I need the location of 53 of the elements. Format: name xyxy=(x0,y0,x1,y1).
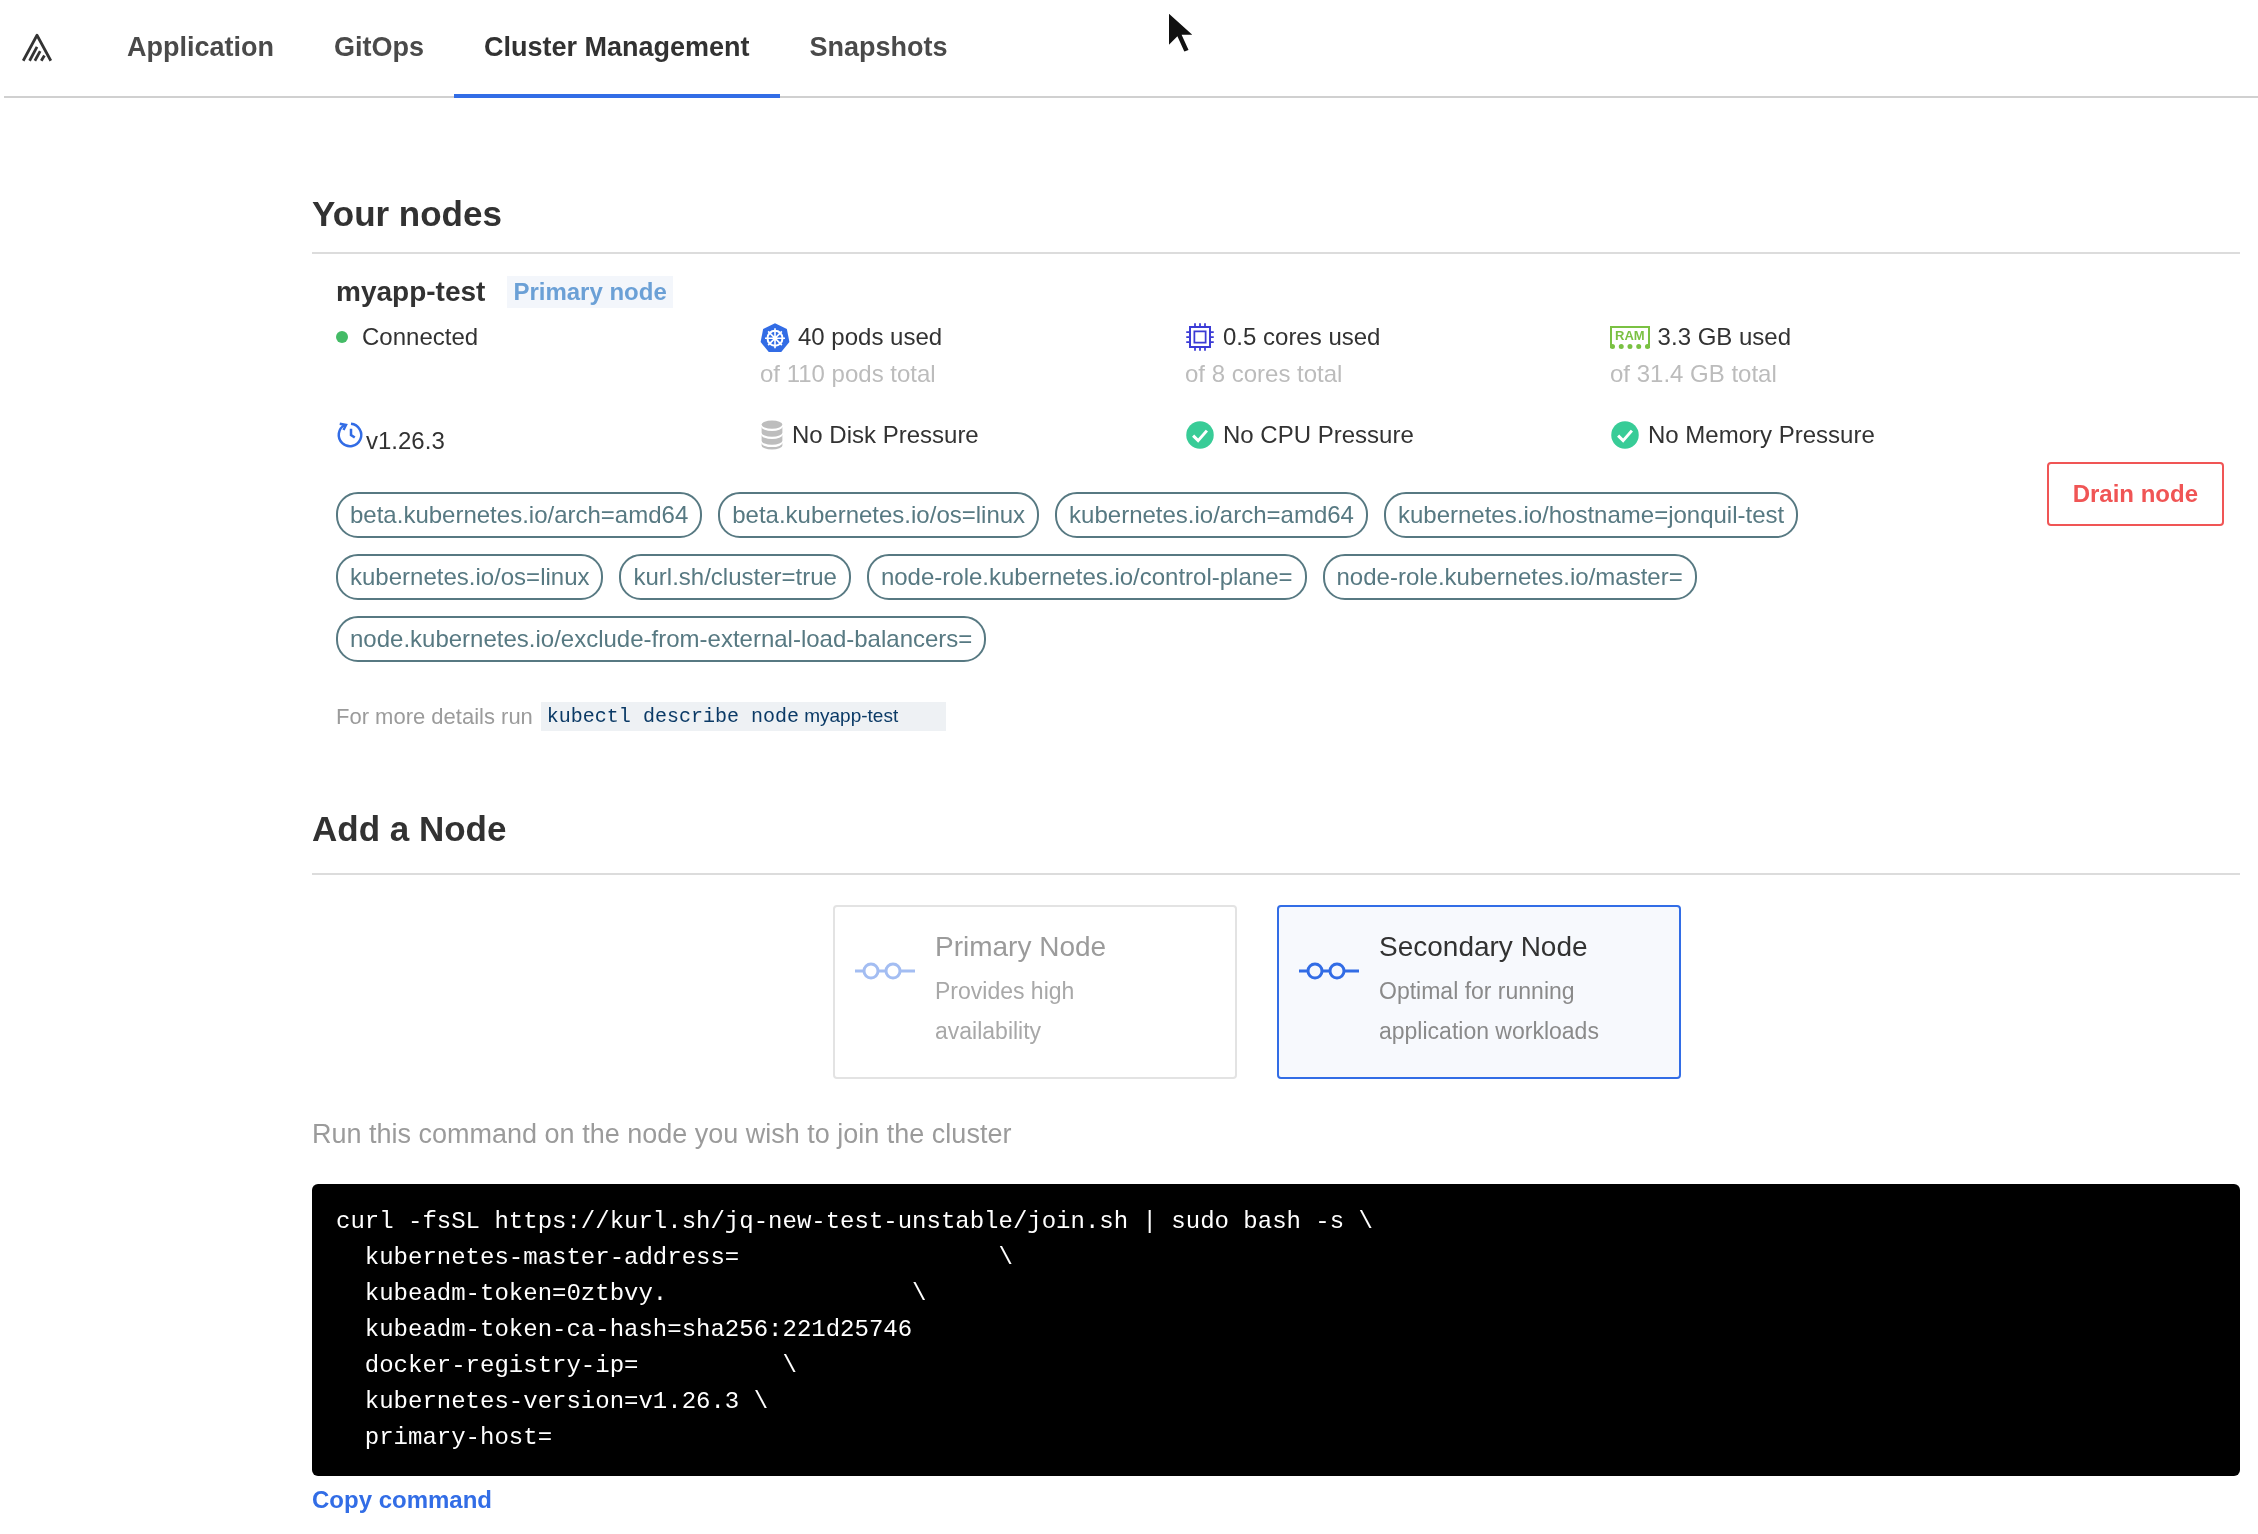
nav-tab[interactable]: Snapshots xyxy=(779,0,978,98)
nav-tab[interactable]: Cluster Management xyxy=(454,0,780,98)
pressure-status: No Memory Pressure xyxy=(1648,421,1875,449)
details-hint: For more details run xyxy=(336,703,533,730)
node-label: node.kubernetes.io/exclude-from-external-load-balancers= xyxy=(336,616,987,662)
copy-command-link[interactable]: Copy command xyxy=(312,1486,493,1514)
stat-value: 0.5 cores used xyxy=(1223,323,1381,351)
node-link-icon xyxy=(855,961,915,981)
command-line: kubeadm-token-ca-hash=sha256:221d25746 xyxy=(363,1315,913,1345)
node-label: node-role.kubernetes.io/master= xyxy=(1322,554,1697,600)
kubernetes-version: v1.26.3 xyxy=(366,427,445,455)
ram-icon: RAM xyxy=(1610,325,1650,349)
chip-icon xyxy=(1185,322,1215,352)
card-description: Optimal for running application workloads xyxy=(1379,977,1600,1046)
command-line: docker-registry-ip= \ xyxy=(363,1351,797,1381)
database-icon xyxy=(760,420,784,450)
stat-value: 3.3 GB used xyxy=(1657,323,1792,351)
command-line: kubernetes-version=v1.26.3 \ xyxy=(363,1387,769,1417)
stat-total: of 8 cores total xyxy=(1185,360,1344,388)
refresh-clock-icon xyxy=(336,420,366,450)
card-description: Provides high availability xyxy=(935,977,1076,1046)
instruction-text: Run this command on the node you wish to join the cluster xyxy=(312,1119,1013,1150)
check-circle-icon xyxy=(1185,420,1215,450)
command-line: primary-host= xyxy=(363,1423,553,1453)
node-label: kubernetes.io/os=linux xyxy=(336,554,604,600)
nav-tab[interactable]: GitOps xyxy=(304,0,454,98)
helm-wheel-icon xyxy=(760,322,790,352)
node-label: kubernetes.io/arch=amd64 xyxy=(1055,492,1368,538)
node-label: kurl.sh/cluster=true xyxy=(619,554,851,600)
node-label: beta.kubernetes.io/arch=amd64 xyxy=(336,492,703,538)
kubectl-command: kubectl describe node myapp-test xyxy=(540,702,947,731)
command-line: curl -fsSL https://kurl.sh/jq-new-test-unstable/join.sh | sudo bash -s \ xyxy=(336,1207,1373,1237)
stat-value: 40 pods used xyxy=(798,323,943,351)
node-status: Connected xyxy=(362,323,479,351)
node-label: kubernetes.io/hostname=jonquil-test xyxy=(1383,492,1799,538)
stat-total: of 31.4 GB total xyxy=(1610,360,1778,388)
pressure-status: No Disk Pressure xyxy=(792,421,979,449)
node-label: node-role.kubernetes.io/control-plane= xyxy=(866,554,1307,600)
stat-total: of 110 pods total xyxy=(760,360,937,388)
command-line: kubernetes-master-address= \ xyxy=(363,1243,1013,1273)
node-name: myapp-test xyxy=(336,276,486,308)
pressure-status: No CPU Pressure xyxy=(1223,421,1414,449)
section-heading: Your nodes xyxy=(312,194,2240,254)
card-title: Secondary Node xyxy=(1379,931,1589,963)
node-type-card[interactable]: Secondary Node Optimal for running application workloads xyxy=(1277,905,1681,1079)
nav-tab[interactable]: Application xyxy=(97,0,304,98)
node-link-icon xyxy=(1299,961,1359,981)
card-title: Primary Node xyxy=(935,931,1108,963)
check-circle-icon xyxy=(1610,420,1640,450)
primary-badge: Primary node xyxy=(507,276,673,308)
command-line: kubeadm-token=0ztbvy. \ xyxy=(363,1279,927,1309)
section-heading: Add a Node xyxy=(312,809,2240,875)
node-label: beta.kubernetes.io/os=linux xyxy=(718,492,1040,538)
